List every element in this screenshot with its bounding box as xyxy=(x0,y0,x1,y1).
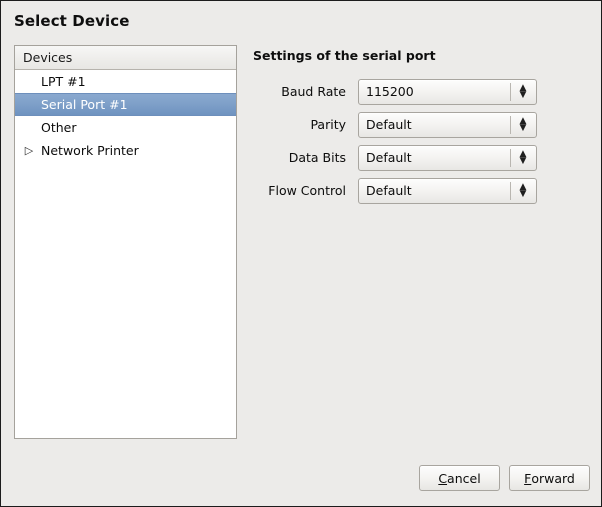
cancel-button[interactable]: Cancel xyxy=(419,465,500,491)
parity-value: Default xyxy=(366,117,412,132)
arrow-down-icon: ▼ xyxy=(519,155,527,166)
updown-arrows-icon[interactable]: ▲ ▼ xyxy=(516,146,530,170)
setting-row-flow-control: Flow Control Default ▲ ▼ xyxy=(253,174,543,207)
setting-row-parity: Parity Default ▲ ▼ xyxy=(253,108,543,141)
flow-control-combobox[interactable]: Default ▲ ▼ xyxy=(358,177,537,204)
baud-rate-value: 115200 xyxy=(366,84,414,99)
list-item[interactable]: ▷ Network Printer xyxy=(15,139,236,162)
chevron-right-icon[interactable]: ▷ xyxy=(21,145,37,156)
arrow-down-icon: ▼ xyxy=(519,89,527,100)
baud-rate-combobox[interactable]: 115200 ▲ ▼ xyxy=(358,78,537,105)
select-device-dialog: Select Device Devices LPT #1 Serial Port… xyxy=(0,0,602,507)
cancel-button-mnemonic: C xyxy=(438,470,448,486)
baud-rate-label: Baud Rate xyxy=(281,84,346,99)
list-item[interactable]: Other xyxy=(15,116,236,139)
combobox-separator xyxy=(510,115,511,134)
flow-control-label: Flow Control xyxy=(268,183,346,198)
settings-form: Baud Rate 115200 ▲ ▼ Parity Default ▲ ▼ xyxy=(253,75,543,207)
list-item-label: Network Printer xyxy=(41,143,139,158)
setting-row-baud-rate: Baud Rate 115200 ▲ ▼ xyxy=(253,75,543,108)
updown-arrows-icon[interactable]: ▲ ▼ xyxy=(516,113,530,137)
parity-label: Parity xyxy=(310,117,346,132)
list-item-label: LPT #1 xyxy=(41,74,86,89)
page-title: Select Device xyxy=(14,12,130,30)
arrow-down-icon: ▼ xyxy=(519,188,527,199)
flow-control-value: Default xyxy=(366,183,412,198)
forward-button-mnemonic: F xyxy=(524,470,532,486)
device-tree[interactable]: Devices LPT #1 Serial Port #1 Other ▷ Ne… xyxy=(14,45,237,439)
data-bits-value: Default xyxy=(366,150,412,165)
combobox-separator xyxy=(510,148,511,167)
cancel-button-label: ancel xyxy=(447,470,481,486)
device-tree-column-header-label: Devices xyxy=(23,50,73,65)
list-item[interactable]: LPT #1 xyxy=(15,70,236,93)
updown-arrows-icon[interactable]: ▲ ▼ xyxy=(516,80,530,104)
device-tree-column-header[interactable]: Devices xyxy=(15,46,236,70)
list-item-label: Serial Port #1 xyxy=(41,97,128,112)
forward-button-label: orward xyxy=(531,470,575,486)
setting-row-data-bits: Data Bits Default ▲ ▼ xyxy=(253,141,543,174)
data-bits-label: Data Bits xyxy=(288,150,346,165)
updown-arrows-icon[interactable]: ▲ ▼ xyxy=(516,179,530,203)
forward-button[interactable]: Forward xyxy=(509,465,590,491)
combobox-separator xyxy=(510,181,511,200)
list-item[interactable]: Serial Port #1 xyxy=(15,93,236,116)
data-bits-combobox[interactable]: Default ▲ ▼ xyxy=(358,144,537,171)
parity-combobox[interactable]: Default ▲ ▼ xyxy=(358,111,537,138)
list-item-label: Other xyxy=(41,120,77,135)
combobox-separator xyxy=(510,82,511,101)
settings-heading: Settings of the serial port xyxy=(253,48,436,63)
arrow-down-icon: ▼ xyxy=(519,122,527,133)
